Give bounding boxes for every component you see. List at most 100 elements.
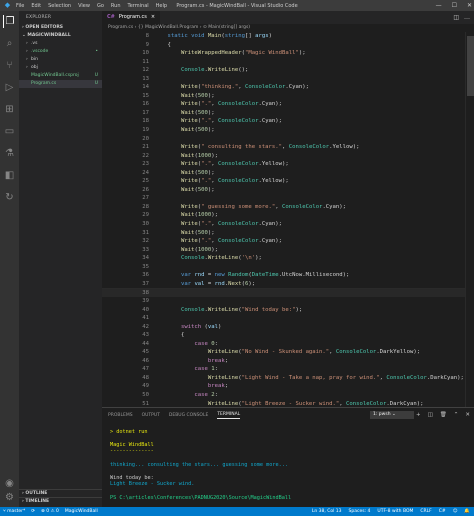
tab-program-cs[interactable]: C# Program.cs × [102,11,161,24]
code-line[interactable]: 21 Write(" consulting the stars.", Conso… [102,143,474,152]
code-line[interactable]: 9 { [102,41,474,50]
code-line[interactable]: 28 Write(" guessing some more.", Console… [102,203,474,212]
tab-problems[interactable]: PROBLEMS [108,413,133,418]
menu-selection[interactable]: Selection [48,3,71,9]
code-line[interactable]: 10 WriteWrappedHeader("Magic WindBall"); [102,49,474,58]
tree-item-program-cs[interactable]: Program.cs U [19,80,102,88]
menu-edit[interactable]: Edit [31,3,41,9]
minimize-button[interactable]: — [436,2,442,9]
code-line[interactable]: 45 WriteLine("No Wind - Skunked again.",… [102,348,474,357]
menu-file[interactable]: File [16,3,24,9]
live-share-icon[interactable]: ↻ [3,191,16,204]
code-line[interactable]: 23 Write(".", ConsoleColor.Yellow); [102,160,474,169]
tree-item-vs[interactable]: › .vs [19,40,102,48]
encoding[interactable]: UTF-8 with BOM [377,507,413,516]
code-line[interactable]: 24 Wait(500); [102,169,474,178]
extensions-icon[interactable]: ⊞ [3,103,16,116]
code-line[interactable]: 20 [102,135,474,144]
project-section[interactable]: ⌄ MAGICWINDBALL [19,32,102,40]
menu-run[interactable]: Run [111,3,121,9]
close-panel-icon[interactable]: ✕ [465,408,470,422]
code-line[interactable]: 31 Wait(500); [102,229,474,238]
code-line[interactable]: 46 break; [102,357,474,366]
open-editors-section[interactable]: › OPEN EDITORS [19,24,102,32]
terminal-select[interactable]: 1: pwsh ⌄ [370,411,414,419]
code-line[interactable]: 32 Write(".", ConsoleColor.Cyan); [102,237,474,246]
code-line[interactable]: 43 { [102,331,474,340]
notifications-icon[interactable]: 🔔 [464,507,470,516]
new-terminal-icon[interactable]: + [416,408,421,422]
code-line[interactable]: 36 var rnd = new Random(DateTime.UtcNow.… [102,271,474,280]
problems-indicator[interactable]: ⊗ 0 ⚠ 0 [41,507,59,516]
code-line[interactable]: 34 Console.WriteLine('\n'); [102,254,474,263]
code-line[interactable]: 35 [102,263,474,272]
outline-section[interactable]: › OUTLINE [19,489,102,497]
code-line[interactable]: 11 [102,58,474,67]
breadcrumb[interactable]: Program.cs › {} MagicWindBall.Program › … [102,24,474,32]
branch-indicator[interactable]: ⑂ master* [3,507,25,516]
split-editor-icon[interactable]: ◫ [453,11,459,24]
menu-view[interactable]: View [78,3,90,9]
code-line[interactable]: 40 Console.WriteLine("Wind today be:"); [102,306,474,315]
code-line[interactable]: 19 Wait(500); [102,126,474,135]
docker-icon[interactable]: ◧ [3,169,16,182]
code-line[interactable]: 8 static void Main(string[] args) [102,32,474,41]
settings-gear-icon[interactable]: ⚙ [3,491,16,504]
code-line[interactable]: 16 Write(".", ConsoleColor.Cyan); [102,100,474,109]
tree-item-csproj[interactable]: MagicWindBall.csproj U [19,72,102,80]
more-actions-icon[interactable]: … [464,11,470,24]
feedback-icon[interactable]: ☺ [453,507,458,516]
code-line[interactable]: 29 Wait(1000); [102,211,474,220]
code-line[interactable]: 14 Write("thinking.", ConsoleColor.Cyan)… [102,83,474,92]
code-line[interactable]: 26 Wait(500); [102,186,474,195]
code-line[interactable]: 50 case 2: [102,391,474,400]
sync-icon[interactable]: ⟳ [31,507,35,516]
project-indicator[interactable]: MagicWindBall [65,507,98,516]
run-debug-icon[interactable]: ▷ [3,81,16,94]
code-line[interactable]: 15 Wait(500); [102,92,474,101]
close-window-button[interactable]: ✕ [467,2,472,9]
tree-item-obj[interactable]: › obj [19,64,102,72]
code-line[interactable]: 38 [102,288,474,297]
source-control-icon[interactable]: ⑂ [3,59,16,72]
menu-help[interactable]: Help [156,3,167,9]
scrollbar-thumb[interactable] [467,36,474,96]
line-ending[interactable]: CRLF [420,507,431,516]
code-line[interactable]: 33 Wait(1000); [102,246,474,255]
code-line[interactable]: 17 Wait(500); [102,109,474,118]
code-line[interactable]: 39 [102,297,474,306]
code-line[interactable]: 42 switch (val) [102,323,474,332]
code-line[interactable]: 41 [102,314,474,323]
code-line[interactable]: 27 [102,194,474,203]
tab-debug-console[interactable]: DEBUG CONSOLE [169,413,208,418]
code-line[interactable]: 18 Write(".", ConsoleColor.Cyan); [102,117,474,126]
remote-explorer-icon[interactable]: ▭ [3,125,16,138]
tree-item-vscode[interactable]: › .vscode • [19,48,102,56]
tab-terminal[interactable]: TERMINAL [217,412,241,419]
indentation[interactable]: Spaces: 4 [349,507,371,516]
code-line[interactable]: 22 Wait(1000); [102,152,474,161]
code-line[interactable]: 49 break; [102,382,474,391]
maximize-panel-icon[interactable]: ⌃ [454,408,459,422]
maximize-button[interactable]: ☐ [452,2,457,9]
code-line[interactable]: 13 [102,75,474,84]
code-line[interactable]: 25 Write(".", ConsoleColor.Yellow); [102,177,474,186]
language-mode[interactable]: C# [439,507,446,516]
code-line[interactable]: 12 Console.WriteLine(); [102,66,474,75]
kill-terminal-icon[interactable]: 🗑 [440,408,447,422]
tab-output[interactable]: OUTPUT [142,413,160,418]
terminal-output[interactable]: > dotnet run Magic WindBall --------------… [102,422,474,501]
cursor-position[interactable]: Ln 38, Col 13 [312,507,342,516]
tree-item-bin[interactable]: › bin [19,56,102,64]
code-view[interactable]: 8 static void Main(string[] args) 9 {10 W… [102,32,474,407]
tab-close-icon[interactable]: × [151,11,155,24]
test-icon[interactable]: ⚗ [3,147,16,160]
menu-terminal[interactable]: Terminal [128,3,149,9]
code-line[interactable]: 48 WriteLine("Light Wind - Take a nap, p… [102,374,474,383]
explorer-icon[interactable]: ❐ [3,15,16,28]
menu-go[interactable]: Go [97,3,104,9]
account-icon[interactable]: ◉ [3,477,16,490]
code-line[interactable]: 37 var val = rnd.Next(6); [102,280,474,289]
code-line[interactable]: 47 case 1: [102,365,474,374]
code-line[interactable]: 44 case 0: [102,340,474,349]
